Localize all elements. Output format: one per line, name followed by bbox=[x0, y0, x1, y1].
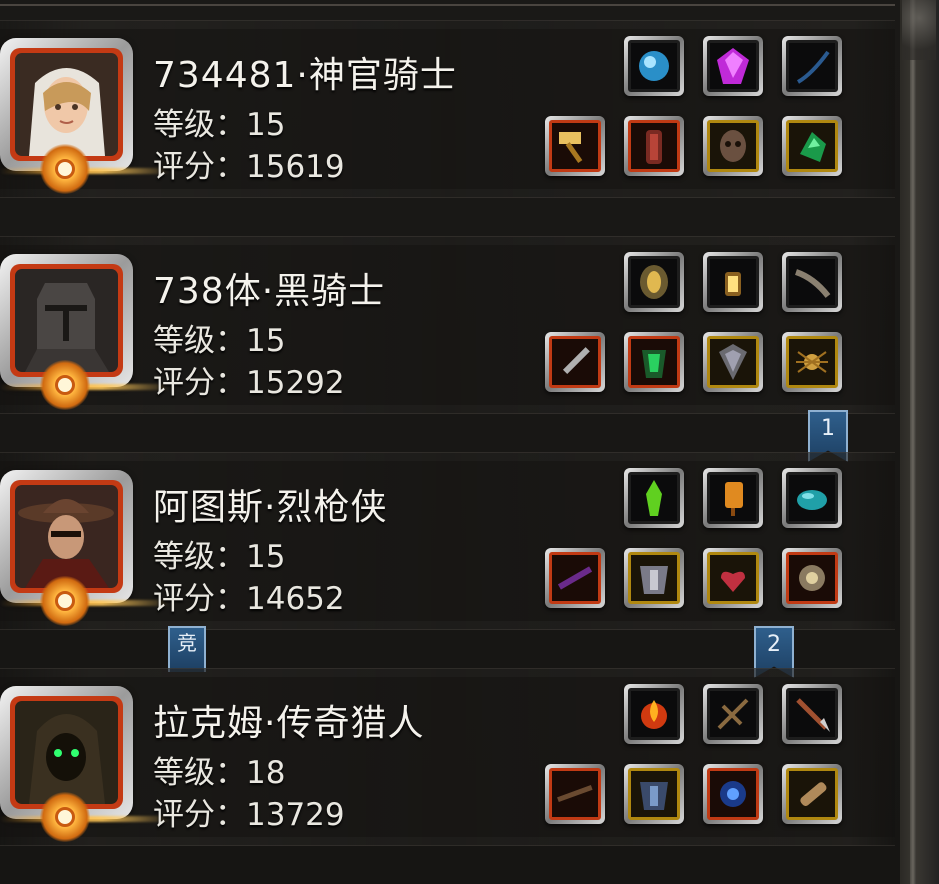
equip-slot-3-bottom-2[interactable] bbox=[624, 548, 684, 608]
purple-rifle-icon bbox=[557, 566, 593, 590]
green-crystal-icon bbox=[646, 480, 662, 516]
equip-slot-2-bottom-1[interactable] bbox=[545, 332, 605, 392]
equip-slot-3-top-3[interactable] bbox=[782, 468, 842, 528]
class-emblem-icon bbox=[40, 576, 90, 626]
equip-slot-2-bottom-2[interactable] bbox=[624, 332, 684, 392]
skull-mask-icon bbox=[720, 130, 746, 162]
equip-slot-2-top-3[interactable] bbox=[782, 252, 842, 312]
player-level-4: 等级：18 bbox=[153, 755, 286, 791]
purple-gem-icon bbox=[717, 48, 749, 84]
player-level-3: 等级：15 bbox=[153, 539, 286, 575]
arena-ribbon: 竞 bbox=[168, 626, 206, 672]
equip-slot-1-top-2[interactable] bbox=[703, 36, 763, 96]
blue-rune-amulet-icon bbox=[720, 781, 746, 807]
golden-hammer-icon bbox=[559, 132, 583, 163]
equip-slot-1-bottom-4[interactable] bbox=[782, 116, 842, 176]
class-emblem-icon bbox=[40, 360, 90, 410]
player-score-4: 评分：13729 bbox=[153, 797, 345, 833]
party-panel: 734481·神官骑士 等级：15 评分：15619 738体·黑骑士 等级：1… bbox=[0, 0, 900, 884]
equip-slot-1-bottom-1[interactable] bbox=[545, 116, 605, 176]
fire-orb-icon bbox=[641, 700, 667, 729]
player-level-1: 等级：15 bbox=[153, 107, 286, 143]
dark-feather-icon bbox=[796, 50, 830, 84]
equip-slot-1-top-3[interactable] bbox=[782, 36, 842, 96]
player-name-3: 阿图斯·烈枪侠 bbox=[153, 487, 388, 528]
player-name-2: 738体·黑骑士 bbox=[153, 271, 386, 312]
equip-slot-1-bottom-3[interactable] bbox=[703, 116, 763, 176]
blue-orb-icon bbox=[639, 51, 669, 81]
player-level-2: 等级：15 bbox=[153, 323, 286, 359]
player-name-1: 734481·神官骑士 bbox=[153, 55, 457, 96]
equip-slot-4-bottom-1[interactable] bbox=[545, 764, 605, 824]
equip-slot-1-bottom-2[interactable] bbox=[624, 116, 684, 176]
wooden-bracer-icon bbox=[800, 782, 827, 806]
green-armor-icon bbox=[642, 350, 666, 378]
equip-slot-2-top-1[interactable] bbox=[624, 252, 684, 312]
equip-slot-2-bottom-3[interactable] bbox=[703, 332, 763, 392]
player-score-2: 评分：15292 bbox=[153, 365, 345, 401]
class-emblem-icon bbox=[40, 792, 90, 842]
heart-amulet-icon bbox=[721, 571, 745, 592]
green-gem-icon bbox=[800, 132, 826, 162]
equip-slot-3-top-1[interactable] bbox=[624, 468, 684, 528]
equip-slot-3-bottom-3[interactable] bbox=[703, 548, 763, 608]
panel-divider bbox=[0, 4, 895, 6]
greatsword-icon bbox=[562, 347, 590, 375]
scrollbar-frame[interactable] bbox=[900, 0, 939, 884]
equip-slot-2-top-2[interactable] bbox=[703, 252, 763, 312]
kite-shield-icon bbox=[719, 344, 747, 380]
equip-slot-3-bottom-1[interactable] bbox=[545, 548, 605, 608]
musket-icon bbox=[557, 785, 593, 803]
equip-slot-4-top-3[interactable] bbox=[782, 684, 842, 744]
teal-stone-icon bbox=[797, 490, 827, 510]
horn-icon bbox=[794, 269, 831, 298]
gunslinger-portrait-icon bbox=[15, 485, 118, 588]
lantern-icon bbox=[725, 272, 741, 296]
equip-slot-4-bottom-2[interactable] bbox=[624, 764, 684, 824]
orange-lantern-icon bbox=[725, 482, 743, 516]
equip-slot-3-bottom-4[interactable] bbox=[782, 548, 842, 608]
wooden-crossbow-icon bbox=[717, 698, 749, 730]
equip-slot-4-top-2[interactable] bbox=[703, 684, 763, 744]
player-score-3: 评分：14652 bbox=[153, 581, 345, 617]
black-knight-helmet-portrait-icon bbox=[15, 269, 118, 372]
player-score-1: 评分：15619 bbox=[153, 149, 345, 185]
steel-armor-icon bbox=[640, 566, 668, 594]
equip-slot-4-bottom-3[interactable] bbox=[703, 764, 763, 824]
red-armor-icon bbox=[646, 130, 662, 164]
gold-shield-icon bbox=[640, 265, 668, 299]
blue-armor-icon bbox=[640, 782, 668, 810]
equip-slot-4-bottom-4[interactable] bbox=[782, 764, 842, 824]
female-priest-portrait-icon bbox=[15, 53, 118, 156]
equip-slot-2-bottom-4[interactable] bbox=[782, 332, 842, 392]
stone-ring-icon bbox=[799, 565, 825, 591]
player-name-4: 拉克姆·传奇猎人 bbox=[153, 703, 425, 744]
gold-spider-icon bbox=[796, 351, 828, 373]
hooded-hunter-portrait-icon bbox=[15, 701, 118, 804]
equip-slot-4-top-1[interactable] bbox=[624, 684, 684, 744]
bolt-arrow-icon bbox=[796, 698, 830, 732]
class-emblem-icon bbox=[40, 144, 90, 194]
equip-slot-1-top-1[interactable] bbox=[624, 36, 684, 96]
equip-slot-3-top-2[interactable] bbox=[703, 468, 763, 528]
